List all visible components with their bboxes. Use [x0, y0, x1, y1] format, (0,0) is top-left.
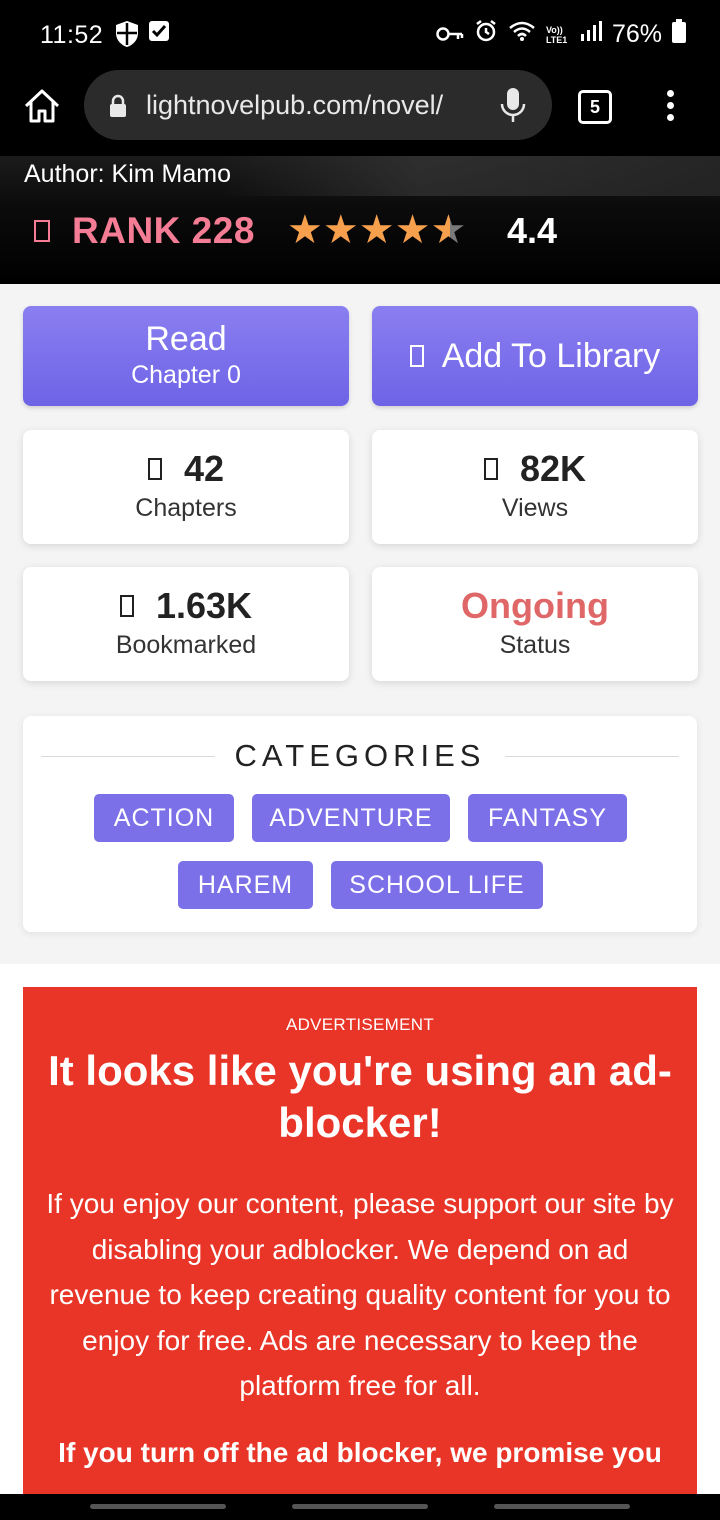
views-stat: 82K Views — [372, 430, 698, 544]
alarm-icon — [474, 19, 498, 50]
category-tag[interactable]: SCHOOL LIFE — [331, 861, 543, 909]
rank-text: RANK 228 — [72, 210, 255, 251]
signal-icon — [580, 20, 602, 49]
rank-icon — [34, 220, 50, 242]
rank-badge: RANK 228 — [34, 210, 255, 252]
read-button-label: Read — [145, 320, 227, 358]
category-tag[interactable]: ACTION — [94, 794, 234, 842]
bookmark-icon — [119, 595, 134, 617]
half-star-icon: ★ — [430, 208, 467, 252]
back-button[interactable] — [494, 1504, 630, 1509]
adblock-headline: It looks like you're using an ad-blocker… — [48, 1047, 672, 1146]
url-text: lightnovelpub.com/novel/ — [146, 90, 444, 120]
status-value: Ongoing — [461, 585, 609, 626]
read-button[interactable]: Read Chapter 0 — [23, 306, 349, 406]
recent-apps-button[interactable] — [90, 1504, 226, 1509]
volte-icon: Vo)) LTE1 — [545, 24, 568, 45]
dot-icon — [666, 114, 674, 121]
star-icon: ★ — [358, 208, 395, 252]
eye-icon — [483, 458, 498, 480]
dot-icon — [666, 102, 674, 109]
more-menu-button[interactable] — [664, 90, 676, 124]
novel-info-section: Read Chapter 0 Add To Library 42 Chapter… — [0, 284, 720, 964]
novel-header: Author: Kim Mamo RANK 228 ★ ★ ★ ★ ★ 4.4 — [0, 156, 720, 284]
status-label: Status — [499, 631, 571, 659]
star-icon: ★ — [322, 208, 359, 252]
divider — [41, 756, 221, 757]
book-icon — [147, 458, 162, 480]
views-count: 82K — [519, 448, 587, 489]
advertisement-label: ADVERTISEMENT — [285, 1015, 435, 1034]
add-to-library-label: Add To Library — [441, 336, 661, 375]
star-icon: ★ — [287, 208, 323, 252]
author-label: Author: Kim Mamo — [24, 160, 232, 188]
status-bar: 11:52 Vo)) LTE1 76% — [0, 0, 720, 70]
divider — [499, 756, 679, 757]
shield-icon — [114, 20, 140, 48]
categories-heading: CATEGORIES — [23, 738, 697, 774]
home-button[interactable] — [22, 86, 62, 126]
battery-percent: 76% — [611, 20, 662, 48]
system-nav-bar — [0, 1494, 720, 1520]
bookmark-icon — [409, 345, 424, 367]
rating-value: 4.4 — [507, 210, 558, 251]
lock-icon — [108, 94, 128, 123]
bookmarked-label: Bookmarked — [115, 631, 257, 659]
address-bar[interactable]: lightnovelpub.com/novel/ — [84, 70, 552, 140]
status-time: 11:52 — [40, 21, 104, 49]
cover-background — [220, 156, 720, 196]
categories-title: CATEGORIES — [214, 738, 506, 774]
status-stat: Ongoing Status — [372, 567, 698, 681]
categories-card: CATEGORIES ACTION ADVENTURE FANTASY HARE… — [23, 716, 697, 932]
check-box-icon — [148, 20, 170, 42]
category-tag[interactable]: FANTASY — [468, 794, 627, 842]
tab-switcher-button[interactable]: 5 — [578, 90, 612, 124]
chapters-label: Chapters — [135, 494, 237, 522]
chapters-stat: 42 Chapters — [23, 430, 349, 544]
add-to-library-button[interactable]: Add To Library — [372, 306, 698, 406]
mic-icon[interactable] — [500, 86, 526, 129]
read-button-chapter: Chapter 0 — [131, 361, 241, 389]
adblock-promise: If you turn off the ad blocker, we promi… — [58, 1436, 662, 1468]
wifi-icon — [508, 20, 536, 49]
category-tag[interactable]: ADVENTURE — [252, 794, 450, 842]
bookmarked-count: 1.63K — [155, 585, 253, 626]
views-label: Views — [501, 494, 569, 522]
home-icon — [24, 89, 60, 123]
adblock-notice: ADVERTISEMENT It looks like you're using… — [23, 987, 697, 1520]
rating-stars: ★ ★ ★ ★ ★ — [287, 208, 466, 252]
battery-icon — [672, 19, 686, 50]
dot-icon — [666, 90, 674, 97]
star-icon: ★ — [394, 208, 431, 252]
category-tag[interactable]: HAREM — [178, 861, 313, 909]
home-gesture-button[interactable] — [292, 1504, 428, 1509]
bookmarked-stat: 1.63K Bookmarked — [23, 567, 349, 681]
adblock-message: If you enjoy our content, please support… — [46, 1188, 674, 1401]
chapters-count: 42 — [183, 448, 225, 489]
key-icon — [436, 20, 464, 49]
browser-toolbar: lightnovelpub.com/novel/ 5 — [0, 70, 720, 156]
